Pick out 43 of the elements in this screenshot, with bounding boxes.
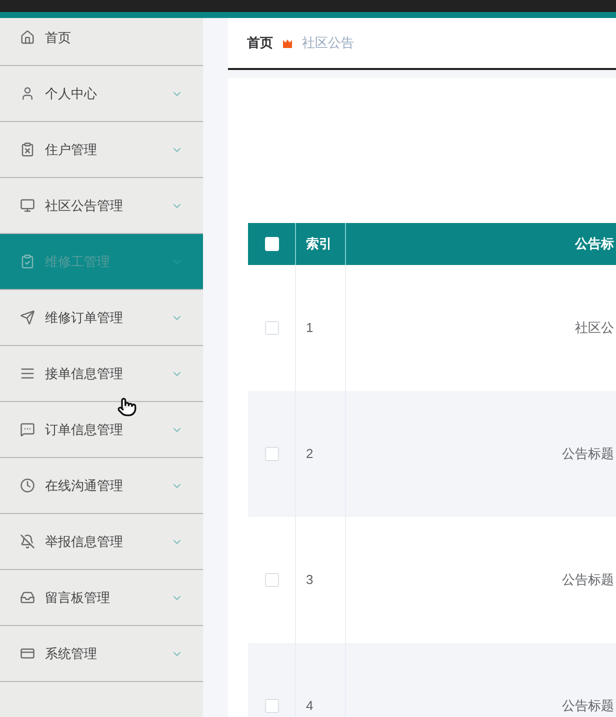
sidebar-label: 个人中心 [45,84,98,103]
sidebar-label: 社区公告管理 [45,196,124,215]
table-cell-text: 4 [306,697,314,716]
checkbox[interactable] [264,573,278,587]
checkbox[interactable] [264,237,278,251]
sidebar-label: 维修订单管理 [45,308,124,327]
home-icon [20,30,35,45]
sidebar-label: 系统管理 [45,644,98,663]
column-header: 公告标 [575,235,614,254]
card-icon [20,646,35,661]
clock-icon [20,478,35,493]
table-cell-text: 社区公 [575,319,614,338]
table-cell-text: 1 [306,319,314,338]
chat-icon [20,422,35,437]
clipboard-check-icon [20,254,35,269]
monitor-icon [20,198,35,213]
sidebar-label: 接单信息管理 [45,364,124,383]
crown-icon [282,38,293,48]
list-icon [20,366,35,381]
sidebar-label: 在线沟通管理 [45,476,124,495]
table-cell-text: 2 [306,445,314,464]
checkbox[interactable] [264,321,278,335]
clipboard-icon [20,142,35,157]
sidebar-label: 住户管理 [45,140,98,159]
sidebar-label: 订单信息管理 [45,420,124,439]
user-icon [20,86,35,101]
table-cell-text: 公告标题 [562,571,614,590]
paper-plane-icon [20,310,35,325]
cursor-icon [117,397,137,417]
tray-icon [20,590,35,605]
checkbox[interactable] [264,447,278,461]
breadcrumb-link[interactable]: 首页 [247,33,273,53]
breadcrumb-current: 社区公告 [302,34,354,52]
column-header: 索引 [306,235,332,254]
checkbox[interactable] [264,699,278,713]
bell-off-icon [20,534,35,549]
table-cell-text: 公告标题 [562,445,614,464]
sidebar-label: 举报信息管理 [45,532,124,551]
table-cell-text: 公告标题 [562,697,614,716]
sidebar-label: 留言板管理 [45,588,111,607]
sidebar-label: 首页 [45,28,72,47]
table-cell-text: 3 [306,571,314,590]
sidebar-label: 维修工管理 [45,252,111,271]
